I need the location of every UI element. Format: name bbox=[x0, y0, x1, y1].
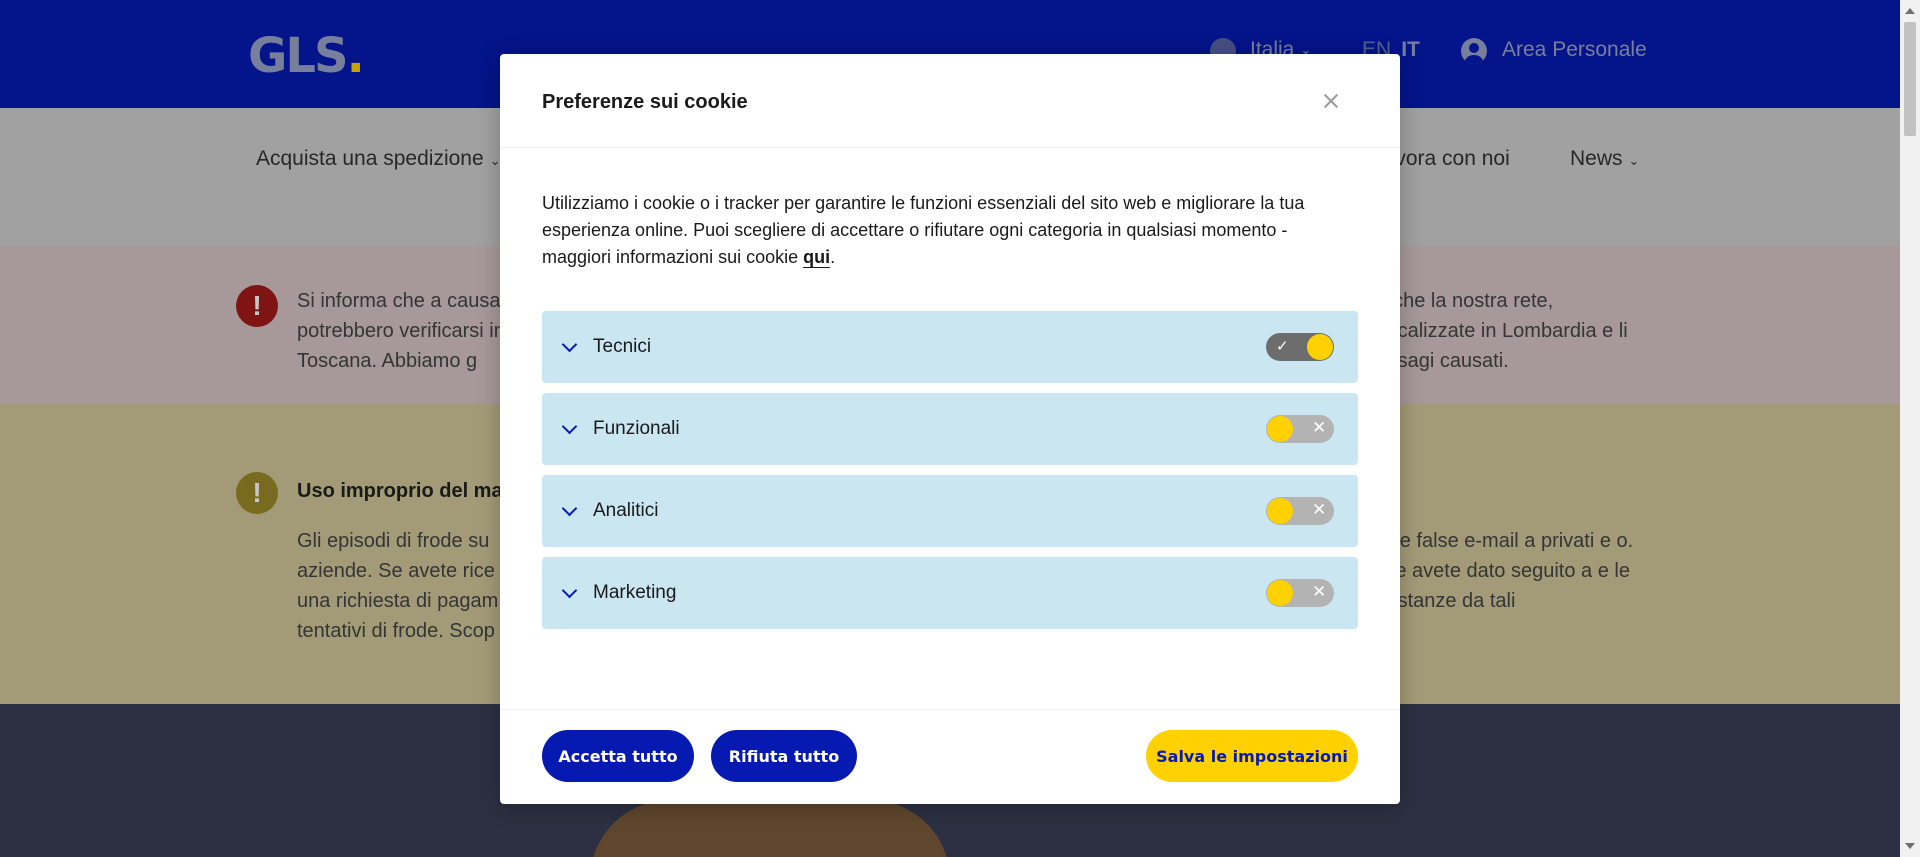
chevron-down-icon[interactable] bbox=[560, 337, 580, 357]
category-analitici[interactable]: Analitici ✕ bbox=[542, 475, 1358, 547]
scroll-down-icon[interactable] bbox=[1905, 843, 1915, 849]
category-tecnici[interactable]: Tecnici ✓ bbox=[542, 311, 1358, 383]
toggle-knob bbox=[1267, 498, 1293, 524]
category-label: Funzionali bbox=[593, 418, 680, 439]
category-label: Analitici bbox=[593, 500, 659, 521]
cookie-preferences-dialog: Preferenze sui cookie Utilizziamo i cook… bbox=[500, 54, 1400, 804]
category-label: Tecnici bbox=[593, 336, 652, 357]
x-icon: ✕ bbox=[1312, 418, 1327, 438]
chevron-down-icon[interactable] bbox=[560, 419, 580, 439]
x-icon: ✕ bbox=[1312, 500, 1327, 520]
check-icon: ✓ bbox=[1276, 337, 1289, 355]
save-settings-button[interactable]: Salva le impostazioni bbox=[1146, 730, 1358, 782]
cookie-info-link[interactable]: qui bbox=[803, 247, 831, 268]
category-marketing[interactable]: Marketing ✕ bbox=[542, 557, 1358, 629]
dialog-footer: Accetta tutto Rifiuta tutto Salva le imp… bbox=[500, 709, 1400, 804]
toggle-funzionali[interactable]: ✕ bbox=[1266, 415, 1334, 443]
x-icon: ✕ bbox=[1312, 582, 1327, 602]
toggle-knob bbox=[1307, 334, 1333, 360]
dialog-description: Utilizziamo i cookie o i tracker per gar… bbox=[542, 193, 1305, 268]
scroll-thumb[interactable] bbox=[1904, 22, 1916, 136]
page-scrollbar[interactable] bbox=[1900, 0, 1920, 857]
toggle-knob bbox=[1267, 416, 1293, 442]
close-icon[interactable] bbox=[1316, 86, 1346, 116]
toggle-tecnici[interactable]: ✓ bbox=[1266, 333, 1334, 361]
scroll-up-icon[interactable] bbox=[1905, 8, 1915, 14]
chevron-down-icon[interactable] bbox=[560, 583, 580, 603]
toggle-analitici[interactable]: ✕ bbox=[1266, 497, 1334, 525]
dialog-title: Preferenze sui cookie bbox=[542, 91, 748, 113]
toggle-knob bbox=[1267, 580, 1293, 606]
toggle-marketing[interactable]: ✕ bbox=[1266, 579, 1334, 607]
dialog-header: Preferenze sui cookie bbox=[500, 54, 1400, 148]
reject-all-button[interactable]: Rifiuta tutto bbox=[711, 730, 857, 782]
accept-all-button[interactable]: Accetta tutto bbox=[542, 730, 694, 782]
category-funzionali[interactable]: Funzionali ✕ bbox=[542, 393, 1358, 465]
category-label: Marketing bbox=[593, 582, 677, 603]
chevron-down-icon[interactable] bbox=[560, 501, 580, 521]
